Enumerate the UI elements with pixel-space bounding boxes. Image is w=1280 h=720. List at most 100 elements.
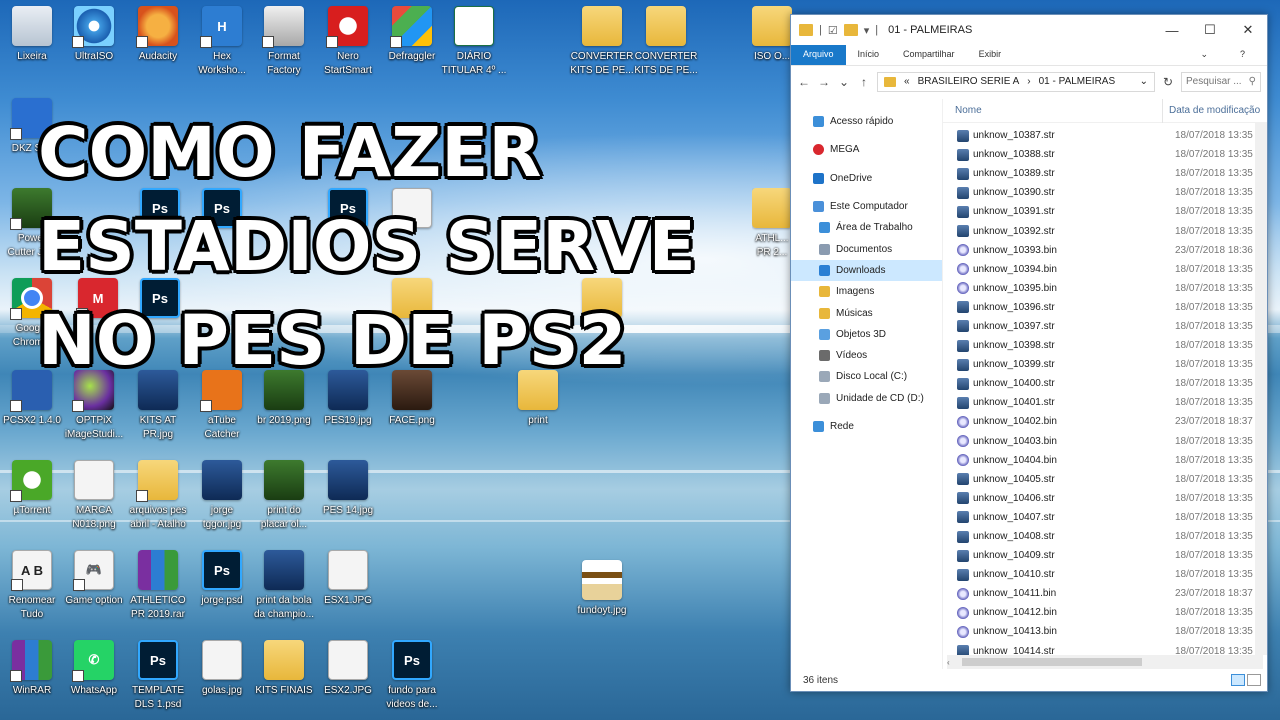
file-row[interactable]: unknow_10400.str 18/07/2018 13:35: [943, 374, 1267, 393]
nav-item-unidade-cd[interactable]: Unidade de CD (D:): [791, 388, 942, 409]
breadcrumb-overflow[interactable]: «: [904, 76, 910, 87]
file-row[interactable]: unknow_10404.bin 18/07/2018 13:35: [943, 451, 1267, 470]
file-date: 23/07/2018 18:36: [1175, 244, 1253, 256]
desktop-icon-athletico-rar[interactable]: ATHLETICO PR 2019.rar: [122, 550, 194, 622]
minimize-button[interactable]: —: [1153, 15, 1191, 45]
file-row[interactable]: unknow_10413.bin 18/07/2018 13:35: [943, 622, 1267, 641]
desktop-icon-arquivos-pes[interactable]: arquivos pes abril - Atalho: [122, 460, 194, 532]
desktop-icon-print-bola[interactable]: print da bola da champio...: [248, 550, 320, 622]
properties-icon[interactable]: ☑: [828, 24, 838, 37]
nav-item-musicas[interactable]: Músicas: [791, 302, 942, 323]
desktop-icon-print-placar[interactable]: print do placar ol...: [248, 460, 320, 532]
desktop-icon-diario[interactable]: X DIÁRIO TITULAR 4º ...: [438, 6, 510, 78]
recent-dropdown-icon[interactable]: ⌄: [837, 75, 851, 89]
nav-item-documentos[interactable]: Documentos: [791, 238, 942, 259]
desktop-icon-audacity[interactable]: Audacity: [122, 6, 194, 64]
file-row[interactable]: unknow_10409.str 18/07/2018 13:35: [943, 546, 1267, 565]
desktop-icon-nero[interactable]: Nero StartSmart: [312, 6, 384, 78]
file-row[interactable]: unknow_10407.str 18/07/2018 13:35: [943, 508, 1267, 527]
file-row[interactable]: unknow_10392.str 18/07/2018 13:35: [943, 221, 1267, 240]
file-name: unknow_10389.str: [973, 168, 1055, 180]
file-row[interactable]: unknow_10395.bin 18/07/2018 13:35: [943, 279, 1267, 298]
file-row[interactable]: unknow_10399.str 18/07/2018 13:35: [943, 355, 1267, 374]
nav-item-disco-local[interactable]: Disco Local (C:): [791, 366, 942, 387]
address-dropdown-icon[interactable]: ⌄: [1140, 76, 1148, 87]
file-row[interactable]: unknow_10405.str 18/07/2018 13:35: [943, 470, 1267, 489]
desktop-icon-kits-finais[interactable]: KITS FINAIS: [248, 640, 320, 698]
desktop-icon-format-factory[interactable]: Format Factory: [248, 6, 320, 78]
file-row[interactable]: unknow_10411.bin 23/07/2018 18:37: [943, 584, 1267, 603]
file-row[interactable]: unknow_10396.str 18/07/2018 13:35: [943, 298, 1267, 317]
desktop-icon-ultraiso[interactable]: UltraISO: [58, 6, 130, 64]
nav-item-este-computador[interactable]: Este Computador: [791, 196, 942, 217]
desktop-icon-whatsapp[interactable]: ✆ WhatsApp: [58, 640, 130, 698]
maximize-button[interactable]: ☐: [1191, 15, 1229, 45]
tab-inicio[interactable]: Início: [846, 45, 892, 65]
file-row[interactable]: unknow_10388.str 18/07/2018 13:35: [943, 145, 1267, 164]
file-date: 18/07/2018 13:35: [1175, 435, 1253, 447]
back-arrow-icon[interactable]: ←: [797, 75, 811, 89]
desktop-icon-template-dls[interactable]: Ps TEMPLATE DLS 1.psd: [122, 640, 194, 712]
nav-item-rede[interactable]: Rede: [791, 416, 942, 437]
desktop-icon-esx1[interactable]: ESX1.JPG: [312, 550, 384, 608]
file-row[interactable]: unknow_10410.str 18/07/2018 13:35: [943, 565, 1267, 584]
desktop-icon-fundoyt[interactable]: fundoyt.jpg: [566, 560, 638, 618]
file-row[interactable]: unknow_10394.bin 18/07/2018 13:35: [943, 260, 1267, 279]
tab-compartilhar[interactable]: Compartilhar: [891, 45, 967, 65]
expand-ribbon-icon[interactable]: ⌄: [1188, 45, 1220, 65]
column-header-date[interactable]: Data de modificação: [1163, 105, 1260, 116]
nav-item-objetos-3d[interactable]: Objetos 3D: [791, 324, 942, 345]
file-row[interactable]: unknow_10398.str 18/07/2018 13:35: [943, 336, 1267, 355]
vertical-scrollbar[interactable]: [1255, 123, 1267, 655]
desktop-icon-marca[interactable]: MARCA N018.png: [58, 460, 130, 532]
help-icon[interactable]: ?: [1228, 45, 1257, 65]
close-button[interactable]: ✕: [1229, 15, 1267, 45]
file-row[interactable]: unknow_10412.bin 18/07/2018 13:35: [943, 603, 1267, 622]
details-view-icon[interactable]: [1231, 674, 1245, 686]
file-row[interactable]: unknow_10402.bin 23/07/2018 18:37: [943, 412, 1267, 431]
nav-item-acesso-rapido[interactable]: Acesso rápido: [791, 111, 942, 132]
address-bar[interactable]: « BRASILEIRO SERIE A › 01 - PALMEIRAS ⌄: [877, 71, 1155, 92]
tab-arquivo[interactable]: Arquivo: [791, 45, 846, 65]
file-row[interactable]: unknow_10387.str 18/07/2018 13:35: [943, 126, 1267, 145]
search-box[interactable]: Pesquisar ... ⚲: [1181, 71, 1261, 92]
forward-arrow-icon[interactable]: →: [817, 75, 831, 89]
nav-item-videos[interactable]: Vídeos: [791, 345, 942, 366]
desktop-icon-converter-kits-1[interactable]: CONVERTER KITS DE PE...: [566, 6, 638, 78]
tab-exibir[interactable]: Exibir: [967, 45, 1014, 65]
file-row[interactable]: unknow_10393.bin 23/07/2018 18:36: [943, 241, 1267, 260]
title-bar[interactable]: | ☑ ▾ | 01 - PALMEIRAS — ☐ ✕: [791, 15, 1267, 45]
nav-item-mega[interactable]: MEGA: [791, 139, 942, 160]
file-row[interactable]: unknow_10401.str 18/07/2018 13:35: [943, 393, 1267, 412]
nav-item-area-de-trabalho[interactable]: Área de Trabalho: [791, 217, 942, 238]
customize-dropdown-icon[interactable]: ▾: [864, 24, 870, 37]
desktop-icon-esx2[interactable]: ESX2.JPG: [312, 640, 384, 698]
scrollbar-thumb[interactable]: [961, 658, 1142, 666]
column-header-name[interactable]: Nome: [943, 98, 1163, 123]
breadcrumb-item[interactable]: 01 - PALMEIRAS: [1039, 76, 1116, 87]
nav-item-imagens[interactable]: Imagens: [791, 281, 942, 302]
file-row[interactable]: unknow_10406.str 18/07/2018 13:35: [943, 489, 1267, 508]
scroll-left-icon[interactable]: ‹: [947, 658, 950, 667]
nav-item-downloads[interactable]: Downloads: [791, 259, 942, 282]
breadcrumb-item[interactable]: BRASILEIRO SERIE A: [918, 76, 1020, 87]
file-name: unknow_10387.str: [973, 130, 1055, 142]
file-row[interactable]: unknow_10397.str 18/07/2018 13:35: [943, 317, 1267, 336]
desktop-icon-converter-kits-2[interactable]: CONVERTER KITS DE PE...: [630, 6, 702, 78]
desktop-icon-iso[interactable]: ISO O...: [752, 6, 792, 64]
file-row[interactable]: unknow_10389.str 18/07/2018 13:35: [943, 164, 1267, 183]
file-row[interactable]: unknow_10403.bin 18/07/2018 13:35: [943, 432, 1267, 451]
horizontal-scrollbar[interactable]: ‹: [947, 655, 1263, 669]
desktop-icon-game-option[interactable]: 🎮 Game option: [58, 550, 130, 608]
desktop-icon-pes14[interactable]: PES 14.jpg: [312, 460, 384, 518]
new-folder-icon[interactable]: [843, 24, 858, 36]
desktop-icon-fundo-videos[interactable]: Ps fundo para videos de...: [376, 640, 448, 712]
nav-item-onedrive[interactable]: OneDrive: [791, 168, 942, 189]
file-row[interactable]: unknow_10390.str 18/07/2018 13:35: [943, 183, 1267, 202]
refresh-icon[interactable]: ↻: [1161, 75, 1175, 89]
desktop-icon-athletico[interactable]: ATHL... PR 2...: [752, 188, 792, 260]
file-row[interactable]: unknow_10391.str 18/07/2018 13:35: [943, 202, 1267, 221]
up-arrow-icon[interactable]: ↑: [857, 75, 871, 89]
large-icons-view-icon[interactable]: [1247, 674, 1261, 686]
file-row[interactable]: unknow_10408.str 18/07/2018 13:35: [943, 527, 1267, 546]
